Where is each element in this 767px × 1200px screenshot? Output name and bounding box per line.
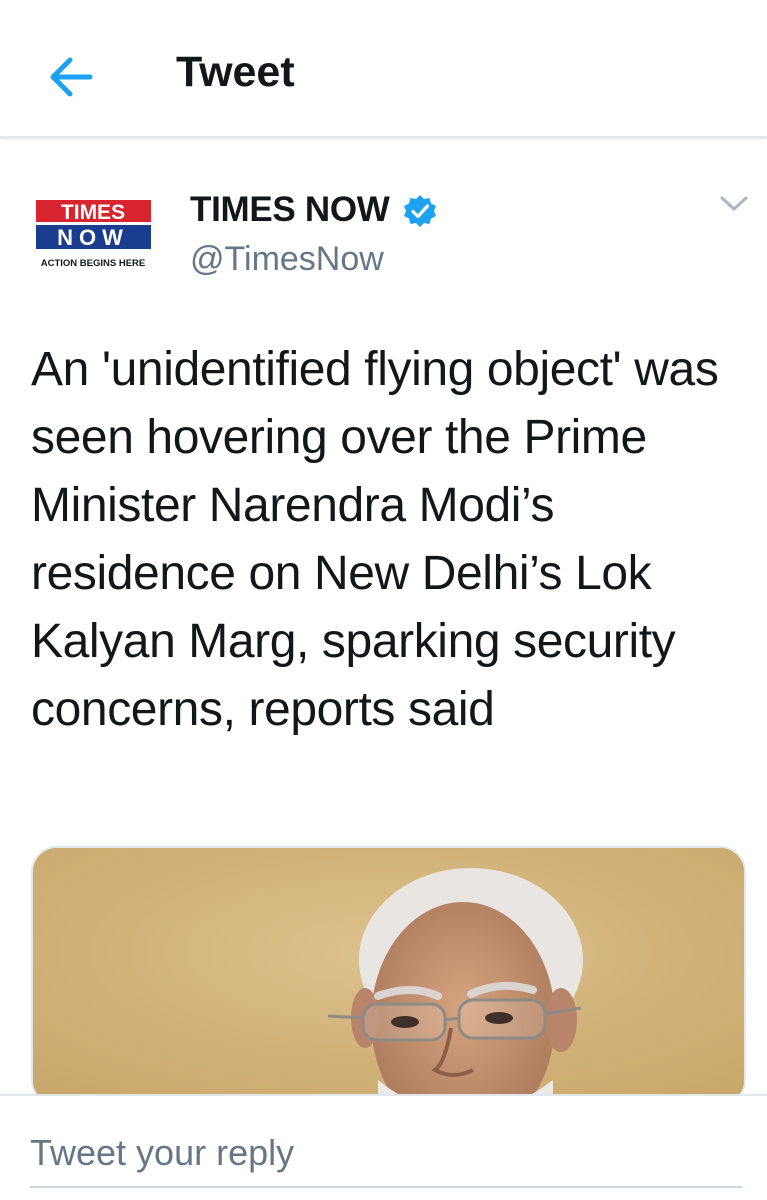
tweet-media-image[interactable] <box>31 846 746 1106</box>
times-now-logo: TIMES NOW ACTION BEGINS HERE <box>36 200 151 269</box>
svg-text:TIMES: TIMES <box>61 201 125 224</box>
page-title: Tweet <box>176 48 295 96</box>
back-button[interactable] <box>44 50 98 104</box>
tweet-text: An 'unidentified flying object' was seen… <box>31 343 719 736</box>
author-name[interactable]: TIMES NOW <box>190 190 390 230</box>
svg-text:NOW: NOW <box>57 225 129 250</box>
chevron-down-icon[interactable] <box>718 192 750 216</box>
top-app-bar: Tweet <box>0 0 767 138</box>
arrow-left-icon <box>50 57 93 97</box>
author-avatar[interactable]: TIMES NOW ACTION BEGINS HERE <box>36 196 154 272</box>
verified-badge-icon <box>404 195 436 227</box>
portrait-photo <box>33 848 744 1104</box>
reply-input[interactable]: Tweet your reply <box>30 1118 742 1188</box>
svg-text:ACTION BEGINS HERE: ACTION BEGINS HERE <box>41 258 146 269</box>
author-handle[interactable]: @TimesNow <box>190 240 384 279</box>
